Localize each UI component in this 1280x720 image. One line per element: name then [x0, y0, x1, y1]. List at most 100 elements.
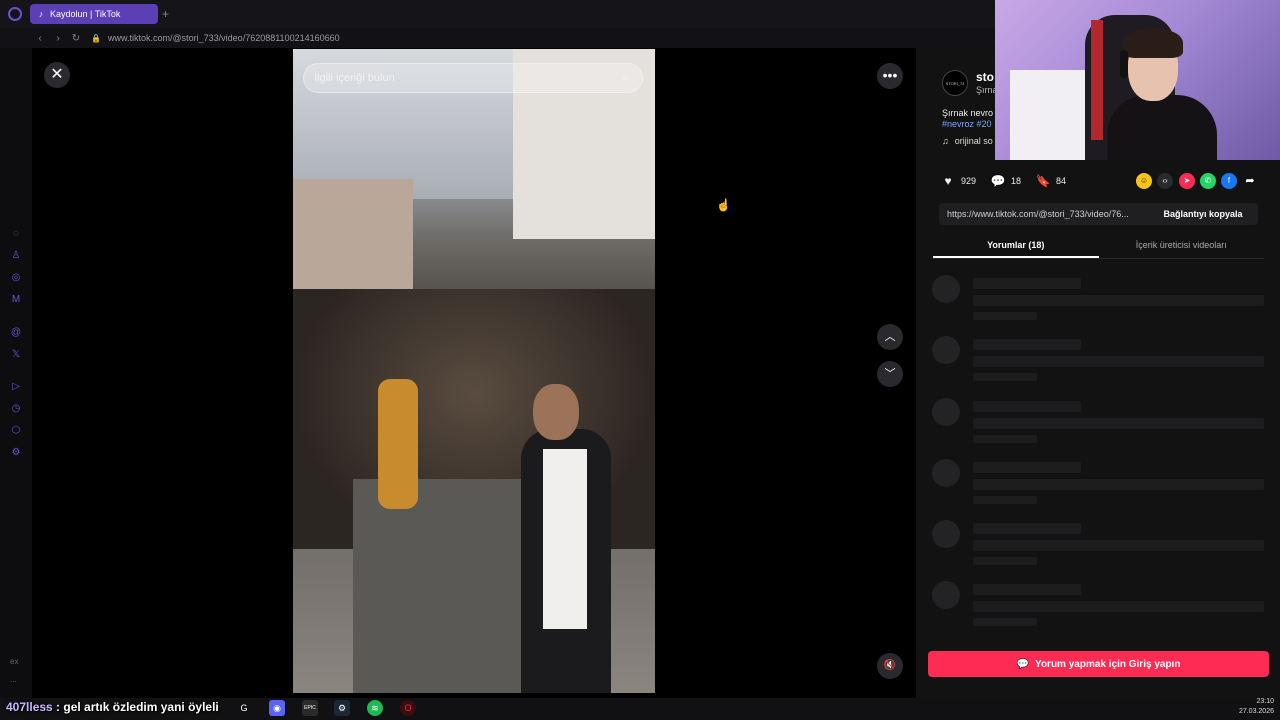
comment-skeleton-line [973, 278, 1081, 289]
friends-share-icon[interactable]: ☺ [1136, 173, 1152, 189]
history-icon[interactable]: ◷ [10, 403, 22, 415]
back-icon[interactable]: ‹ [32, 33, 48, 44]
reload-icon[interactable]: ↻ [68, 33, 84, 44]
share-link-url[interactable]: https://www.tiktok.com/@stori_733/video/… [939, 209, 1148, 219]
new-tab-button[interactable]: + [162, 7, 169, 21]
store-icon[interactable]: ♙ [10, 250, 22, 262]
heart-icon: ♥ [944, 174, 952, 188]
facebook-icon[interactable]: f [1221, 173, 1237, 189]
send-icon[interactable]: ➤ [1179, 173, 1195, 189]
author-avatar[interactable]: STORI_73 [942, 70, 968, 96]
login-to-comment-button[interactable]: 💬 Yorum yapmak için Giriş yapın [928, 651, 1269, 677]
sidebar-more-icon[interactable]: ... [10, 675, 17, 684]
video-player[interactable] [293, 49, 655, 693]
x-icon[interactable]: 𝕏 [10, 349, 22, 361]
music-title: orijinal so [954, 136, 993, 146]
chat-username: 407lless [6, 700, 53, 714]
comment-skeleton-line [973, 523, 1081, 534]
author-username[interactable]: sto [976, 70, 994, 84]
like-button[interactable]: ♥ 929 [940, 173, 976, 189]
muted-speaker-icon: 🔇 [883, 660, 897, 671]
save-button[interactable]: 🔖 84 [1035, 173, 1067, 189]
comment-skeleton-line [973, 435, 1037, 443]
login-to-comment-label: Yorum yapmak için Giriş yapın [1035, 658, 1181, 670]
webcam-overlay [995, 0, 1280, 160]
tab-tiktok[interactable]: ♪ Kaydolun | TikTok [30, 4, 158, 24]
more-options-button[interactable]: ••• [877, 63, 903, 89]
comment-skeleton-line [973, 339, 1081, 350]
video-frame-person [533, 384, 579, 440]
close-button[interactable]: ✕ [44, 62, 70, 88]
chat-text: : gel artık özledim yani öyleli [52, 700, 219, 714]
tab-creator-videos[interactable]: İçerik üreticisi videoları [1099, 236, 1265, 258]
tab-title: Kaydolun | TikTok [50, 9, 121, 19]
comment-skeleton-line [973, 601, 1264, 612]
save-count: 84 [1056, 176, 1067, 186]
music-note-icon: ♫ [942, 136, 949, 146]
whatsapp-icon[interactable]: ✆ [1200, 173, 1216, 189]
webcam-headset [1120, 50, 1128, 78]
hashtags[interactable]: #nevroz #20 [942, 119, 992, 129]
extensions-icon[interactable]: ⬡ [10, 425, 22, 437]
comment-icon: 💬 [1016, 658, 1030, 670]
epic-games-icon[interactable]: EPIC [302, 700, 318, 716]
forward-icon[interactable]: › [50, 33, 66, 44]
comment-skeleton-line [973, 540, 1264, 551]
instagram-icon[interactable]: ◎ [10, 272, 22, 284]
copy-link-button[interactable]: Bağlantıyı kopyala [1148, 209, 1258, 219]
panel-tabs: Yorumlar (18) İçerik üreticisi videoları [933, 236, 1264, 258]
close-icon: ✕ [50, 66, 64, 83]
comment-skeleton-avatar [932, 336, 960, 364]
like-count: 929 [961, 176, 977, 186]
steam-icon[interactable]: ⚙ [334, 700, 350, 716]
comment-skeleton-avatar [932, 520, 960, 548]
video-frame-person [378, 379, 418, 509]
action-bar: ♥ 929 💬 18 🔖 84 [940, 172, 1080, 190]
video-frame-person [543, 449, 587, 629]
browser-logo-icon[interactable] [8, 7, 22, 21]
chevron-down-icon: ﹀ [884, 368, 896, 380]
mouse-cursor-icon: ☝ [716, 198, 731, 212]
comment-skeleton-line [973, 295, 1264, 306]
more-icon: ••• [882, 67, 898, 83]
settings-icon[interactable]: ⚙ [10, 447, 22, 459]
comment-skeleton-line [973, 462, 1081, 473]
stream-chat-message: 407lless : gel artık özledim yani öyleli [6, 700, 219, 714]
comment-icon: 💬 [990, 174, 1006, 188]
embed-icon[interactable]: ‹› [1157, 173, 1173, 189]
comment-skeleton-line [973, 312, 1037, 320]
chevron-up-icon: ︿ [884, 331, 896, 343]
video-description: Şırnak nevro [942, 108, 994, 118]
previous-video-button[interactable]: ︿ [877, 324, 903, 350]
system-clock[interactable]: 23:10 27.03.2026 [1236, 697, 1274, 717]
threads-icon[interactable]: @ [10, 327, 22, 339]
app-icon[interactable]: G [236, 700, 252, 716]
related-search-placeholder: İlgili içeriği bulun [314, 72, 395, 84]
messenger-icon[interactable]: ◌ [10, 228, 22, 240]
spotify-icon[interactable]: ≋ [367, 700, 383, 716]
comment-skeleton-line [973, 418, 1264, 429]
webcam-shelf [1010, 70, 1090, 160]
mail-icon[interactable]: M [10, 294, 22, 306]
share-link-row: https://www.tiktok.com/@stori_733/video/… [939, 203, 1258, 225]
comment-skeleton-avatar [932, 275, 960, 303]
next-video-button[interactable]: ﹀ [877, 361, 903, 387]
comment-skeleton-line [973, 479, 1264, 490]
search-icon[interactable]: ⌕ [618, 72, 632, 85]
discord-icon[interactable]: ◉ [269, 700, 285, 716]
opera-gx-icon[interactable]: O [400, 700, 416, 716]
tab-comments[interactable]: Yorumlar (18) [933, 236, 1099, 258]
share-arrow-icon[interactable]: ➦ [1242, 173, 1258, 189]
mute-button[interactable]: 🔇 [877, 653, 903, 679]
video-frame-building [293, 179, 413, 299]
player-icon[interactable]: ▷ [10, 381, 22, 393]
address-bar[interactable]: www.tiktok.com/@stori_733/video/76208811… [108, 33, 340, 43]
music-row[interactable]: ♫ orijinal so [942, 136, 993, 146]
comment-skeleton-avatar [932, 581, 960, 609]
comment-skeleton-line [973, 373, 1037, 381]
related-search-input[interactable]: İlgili içeriği bulun ⌕ [303, 63, 643, 93]
comment-skeleton-line [973, 618, 1037, 626]
comment-count: 18 [1011, 176, 1022, 186]
comment-skeleton-line [973, 496, 1037, 504]
comment-button[interactable]: 💬 18 [990, 173, 1022, 189]
